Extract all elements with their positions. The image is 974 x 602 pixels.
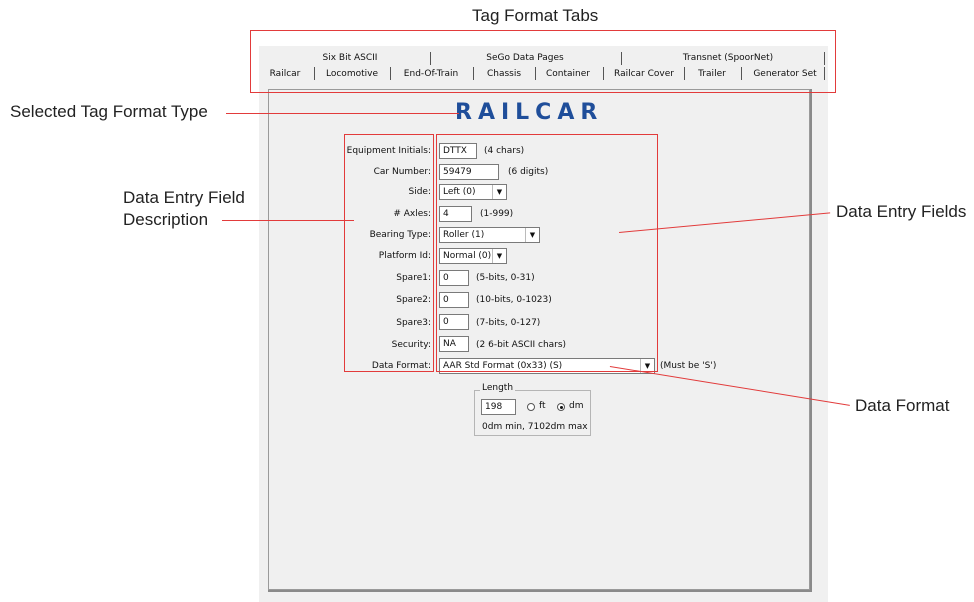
callout-entry-fields: Data Entry Fields (836, 202, 967, 221)
callout-tag-format-tabs: Tag Format Tabs (472, 6, 599, 25)
selected-type-leader-line (226, 113, 459, 114)
unit-ft-radio[interactable] (527, 403, 535, 411)
data-format-hint: (Must be 'S') (660, 361, 717, 371)
callout-selected-type: Selected Tag Format Type (10, 102, 208, 121)
unit-dm-label[interactable]: dm (569, 401, 583, 411)
panel-shadow (810, 89, 812, 592)
tabs-highlight-box (250, 30, 836, 93)
descriptions-highlight-box (344, 134, 434, 372)
length-range-hint: 0dm min, 7102dm max (482, 422, 588, 432)
tag-format-title: RAILCAR (455, 100, 604, 125)
description-leader-line (222, 220, 354, 221)
callout-field-description-2: Description (123, 210, 209, 229)
callout-field-description-1: Data Entry Field (123, 188, 245, 207)
entry-fields-highlight-box (436, 134, 658, 372)
unit-dm-radio[interactable] (557, 403, 565, 411)
callout-data-format: Data Format (855, 396, 950, 415)
length-group-label: Length (480, 383, 516, 393)
unit-ft-label[interactable]: ft (539, 401, 546, 411)
panel-shadow (268, 590, 812, 592)
length-input[interactable]: 198 (481, 399, 516, 415)
